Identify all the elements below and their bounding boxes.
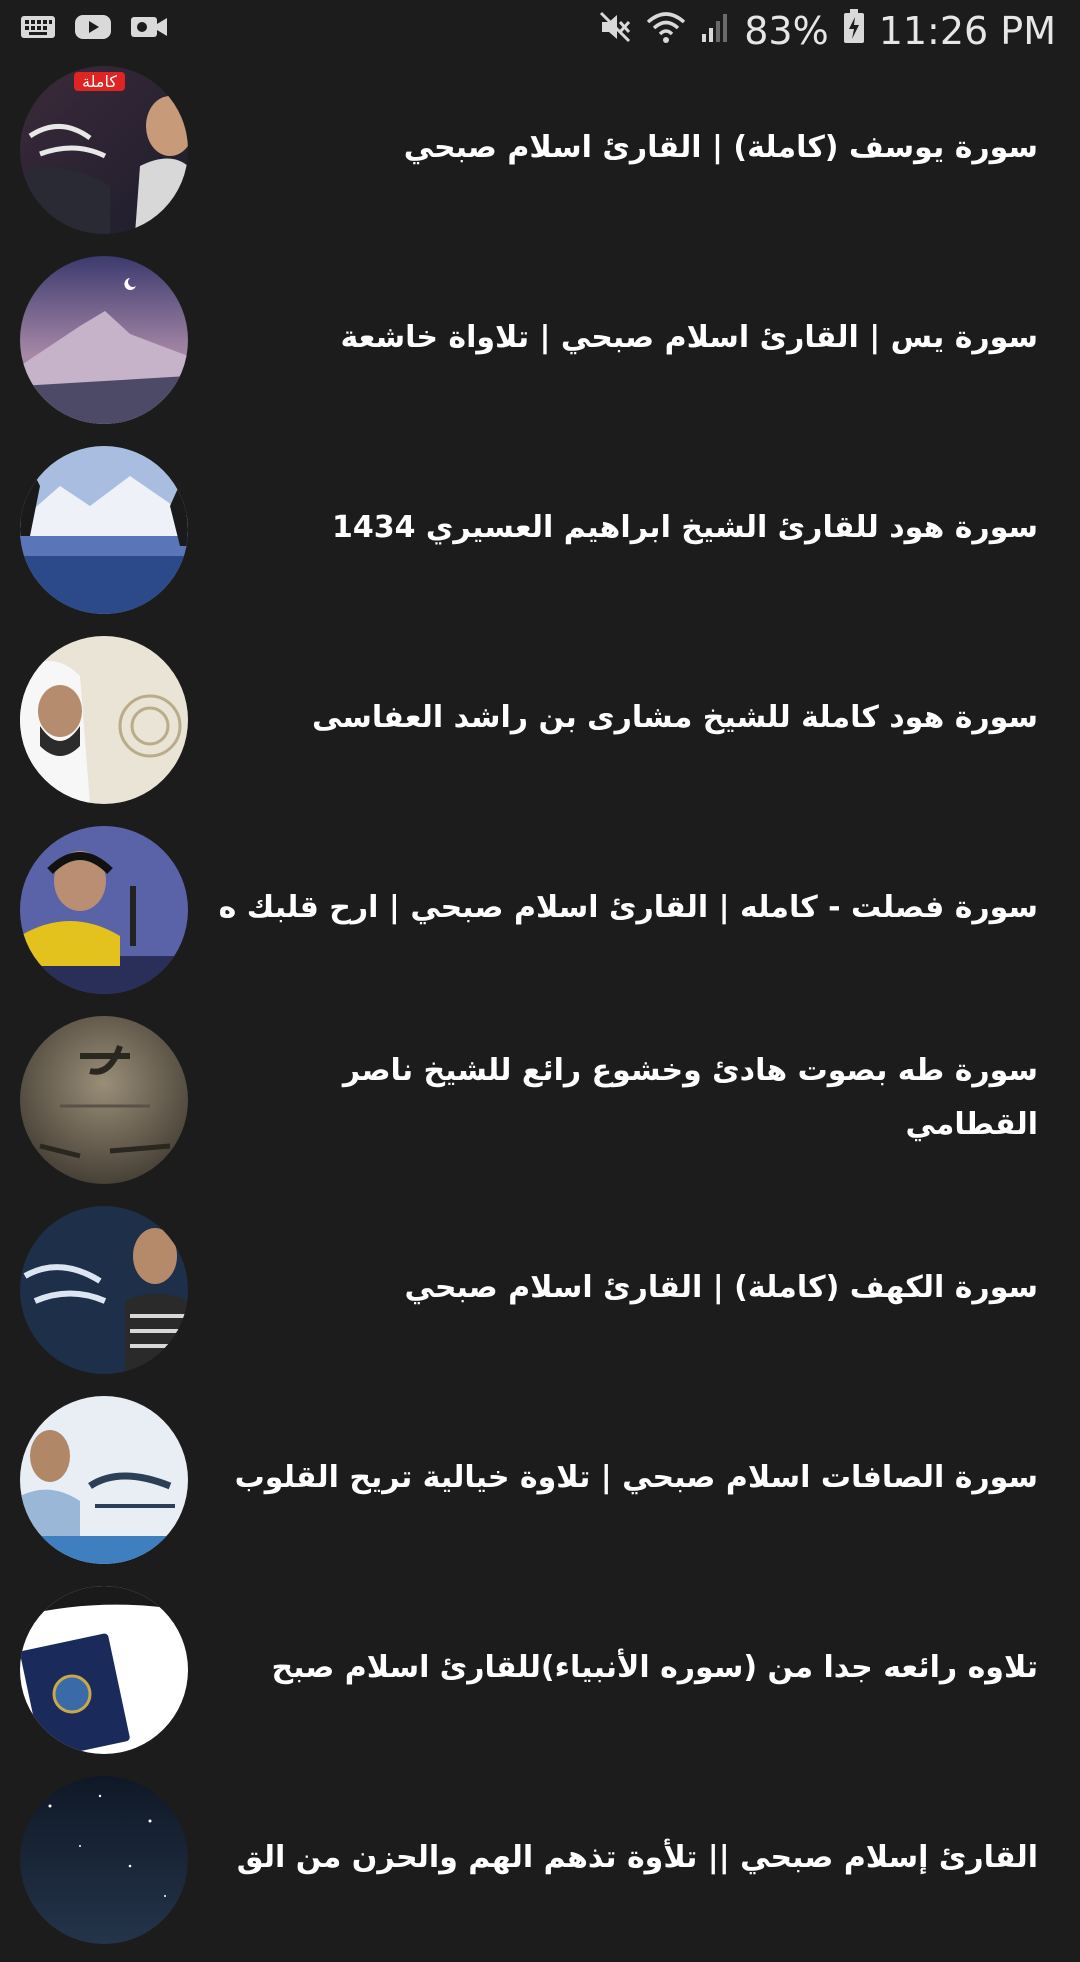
notification-icons (20, 12, 168, 46)
wifi-icon (646, 9, 686, 53)
video-item-8[interactable]: سورة الصافات اسلام صبحي | تلاوة خيالية ت… (0, 1392, 1080, 1582)
video-title[interactable]: سورة الصافات اسلام صبحي | تلاوة خيالية ت… (200, 1392, 1038, 1564)
video-title[interactable]: سورة هود للقارئ الشيخ ابراهيم العسيري 14… (200, 442, 1038, 614)
keyboard-icon (20, 12, 56, 46)
youtube-icon (74, 12, 112, 46)
video-title[interactable]: سورة يس | القارئ اسلام صبحي | تلاواة خاش… (200, 252, 1038, 424)
video-camera-icon (130, 12, 168, 46)
video-title[interactable]: سورة فصلت - كامله | القارئ اسلام صبحي | … (200, 822, 1038, 994)
video-item-3[interactable]: سورة هود للقارئ الشيخ ابراهيم العسيري 14… (0, 442, 1080, 632)
video-thumbnail[interactable] (20, 1016, 188, 1184)
signal-icon (700, 9, 730, 53)
video-item-1[interactable]: كاملة سورة يوسف (كاملة) | القارئ اسلام ص… (0, 62, 1080, 252)
video-title[interactable]: القارئ إسلام صبحي || تلأوة تذهم الهم وال… (200, 1772, 1038, 1944)
video-item-5[interactable]: سورة فصلت - كامله | القارئ اسلام صبحي | … (0, 822, 1080, 1012)
video-item-6[interactable]: سورة طه بصوت هادئ وخشوع رائع للشيخ ناصر … (0, 1012, 1080, 1202)
video-thumbnail[interactable] (20, 1776, 188, 1944)
video-list: كاملة سورة يوسف (كاملة) | القارئ اسلام ص… (0, 62, 1080, 1962)
video-title[interactable]: سورة طه بصوت هادئ وخشوع رائع للشيخ ناصر … (200, 1012, 1038, 1184)
video-thumbnail[interactable] (20, 446, 188, 614)
video-title[interactable]: تلاوه رائعه جدا من (سوره الأنبياء)للقارئ… (200, 1582, 1039, 1754)
clock: 11:26 PM (878, 8, 1056, 53)
mute-icon (598, 9, 632, 53)
video-thumbnail[interactable]: كاملة (20, 66, 188, 234)
video-item-7[interactable]: سورة الكهف (كاملة) | القارئ اسلام صبحي (0, 1202, 1080, 1392)
battery-charging-icon (843, 8, 865, 53)
video-title[interactable]: سورة يوسف (كاملة) | القارئ اسلام صبحي (200, 62, 1038, 234)
system-status: 83% 11:26 PM (598, 8, 1056, 53)
video-thumbnail[interactable] (20, 256, 188, 424)
video-item-9[interactable]: تلاوه رائعه جدا من (سوره الأنبياء)للقارئ… (0, 1582, 1080, 1772)
video-item-10[interactable]: القارئ إسلام صبحي || تلأوة تذهم الهم وال… (0, 1772, 1080, 1962)
video-thumbnail[interactable] (20, 1206, 188, 1374)
video-item-4[interactable]: سورة هود كاملة للشيخ مشارى بن راشد العفا… (0, 632, 1080, 822)
video-thumbnail[interactable] (20, 826, 188, 994)
video-title[interactable]: سورة هود كاملة للشيخ مشارى بن راشد العفا… (200, 632, 1038, 804)
battery-percent: 83% (744, 8, 829, 53)
video-thumbnail[interactable] (20, 636, 188, 804)
video-item-2[interactable]: سورة يس | القارئ اسلام صبحي | تلاواة خاش… (0, 252, 1080, 442)
video-thumbnail[interactable] (20, 1396, 188, 1564)
status-bar: 83% 11:26 PM (0, 0, 1080, 62)
complete-badge: كاملة (74, 72, 125, 91)
video-thumbnail[interactable] (20, 1586, 188, 1754)
video-title[interactable]: سورة الكهف (كاملة) | القارئ اسلام صبحي (200, 1202, 1038, 1374)
